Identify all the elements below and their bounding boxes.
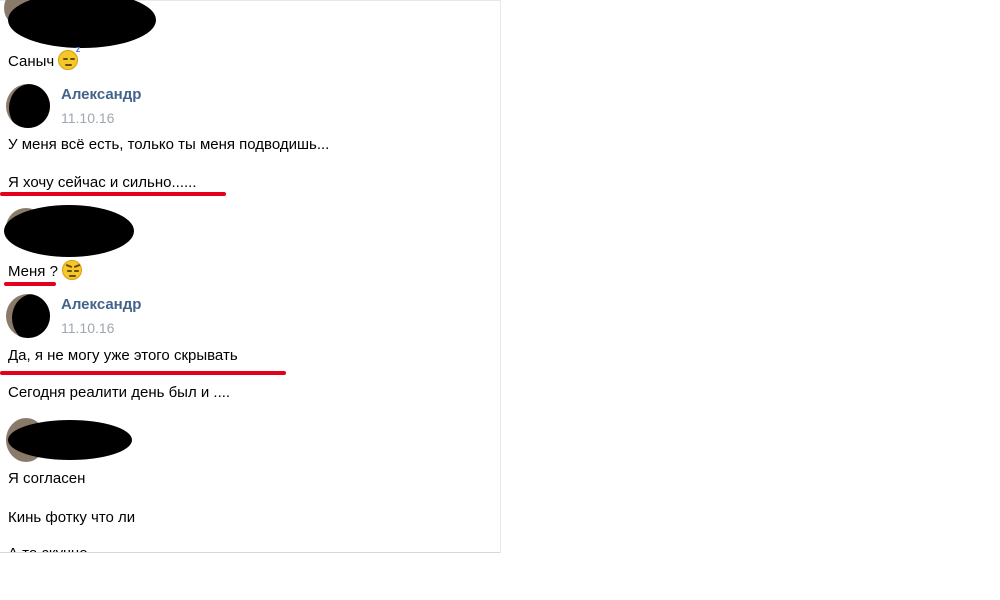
author-avatar[interactable] xyxy=(6,84,50,128)
message-text: Сегодня реалити день был и .... xyxy=(8,384,231,401)
red-underline xyxy=(4,282,56,286)
redacted-sender-name xyxy=(8,420,132,460)
redacted-sender-name xyxy=(4,205,134,257)
author-name-link[interactable]: Александр xyxy=(61,86,141,103)
red-underline xyxy=(0,371,286,375)
bottom-divider xyxy=(0,552,500,553)
message-date[interactable]: 11.10.16 xyxy=(61,110,114,126)
message-text: Я согласен xyxy=(8,470,86,487)
red-underline xyxy=(0,192,226,196)
message-text: У меня всё есть, только ты меня подводиш… xyxy=(8,136,330,153)
sleepy-face-emoji: z xyxy=(58,44,80,70)
redacted-sender-name xyxy=(8,0,156,48)
author-name-link[interactable]: Александр xyxy=(61,296,141,313)
message-text: Меня ? xyxy=(8,260,82,280)
message-text: Саныч z xyxy=(8,44,80,70)
smirking-devil-face-emoji xyxy=(61,260,82,280)
message-text-content: Меня ? xyxy=(8,263,58,280)
message-text-content: Саныч xyxy=(8,53,55,70)
author-avatar[interactable] xyxy=(6,294,50,338)
message-text: Да, я не могу уже этого скрывать xyxy=(8,347,238,364)
message-text: Я хочу сейчас и сильно...... xyxy=(8,174,197,191)
message-date[interactable]: 11.10.16 xyxy=(61,320,114,336)
message-text: Кинь фотку что ли xyxy=(8,509,136,526)
message-history-pane: Саныч z Александр 11.10.16 У меня всё ест… xyxy=(0,0,501,553)
